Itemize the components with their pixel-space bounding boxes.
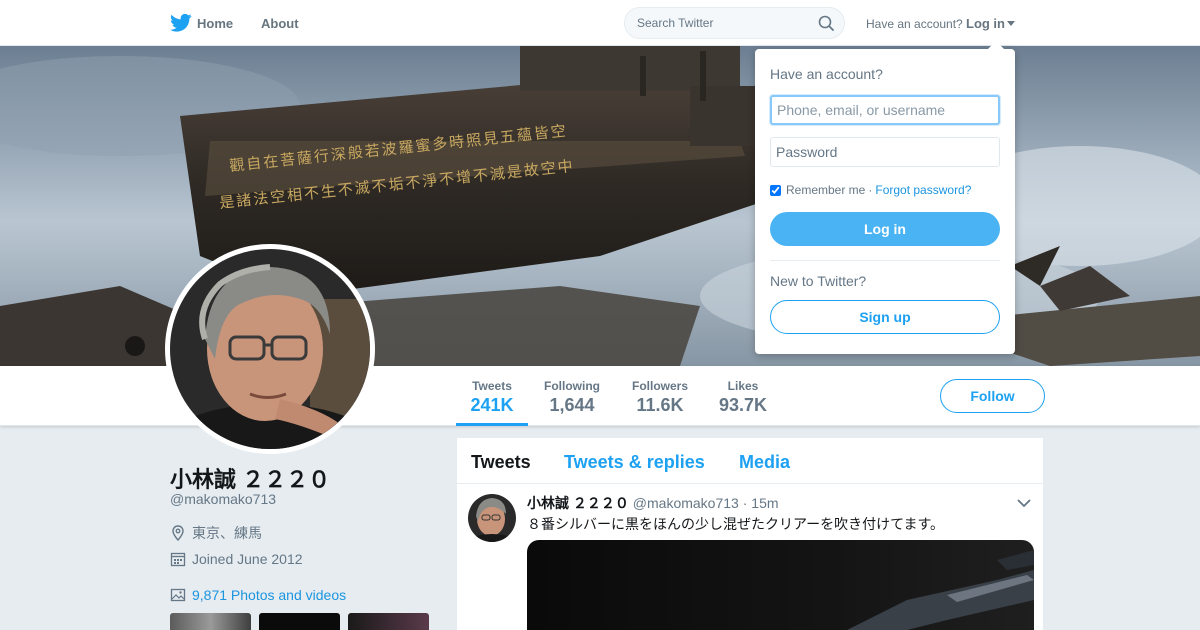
- location-text: 東京、練馬: [192, 525, 262, 541]
- tweet-separator: ·: [742, 495, 748, 511]
- login-button[interactable]: Log in: [770, 212, 1000, 246]
- calendar-icon: [170, 552, 186, 567]
- forgot-password-link[interactable]: Forgot password?: [875, 183, 971, 197]
- profile-location: 東京、練馬: [170, 523, 262, 543]
- twitter-bird-icon[interactable]: [170, 13, 192, 33]
- joined-text: Joined June 2012: [192, 551, 303, 567]
- stat-value: 11.6K: [636, 395, 684, 415]
- have-account-text: Have an account?: [866, 17, 963, 31]
- tab-tweets[interactable]: Tweets: [471, 452, 531, 473]
- stat-label: Likes: [727, 379, 759, 393]
- username-field[interactable]: [770, 95, 1000, 125]
- password-field[interactable]: [770, 137, 1000, 167]
- stat-value: 93.7K: [718, 395, 768, 415]
- dropdown-caret: [988, 41, 1004, 49]
- timeline-tabs: Tweets Tweets & replies Media: [457, 438, 1043, 484]
- chevron-down-icon[interactable]: [1017, 498, 1031, 508]
- tweet-media-image: [527, 540, 1034, 630]
- profile-name: 小林誠 ２２２０: [170, 467, 331, 492]
- signup-button[interactable]: Sign up: [770, 300, 1000, 334]
- stat-value: 1,644: [549, 395, 595, 415]
- profile-handle[interactable]: @makomako713: [170, 491, 276, 507]
- follow-button[interactable]: Follow: [940, 379, 1045, 413]
- profile-joined: Joined June 2012: [170, 551, 303, 567]
- stat-followers[interactable]: Followers 11.6K: [626, 366, 694, 426]
- timeline: Tweets Tweets & replies Media 小林誠 ２２２０ @…: [456, 437, 1044, 630]
- search-box: [624, 7, 845, 39]
- tab-tweets-replies[interactable]: Tweets & replies: [564, 452, 705, 473]
- remember-me-checkbox[interactable]: [770, 184, 781, 196]
- profile-photos: 9,871 Photos and videos: [170, 587, 346, 603]
- tweet-avatar-photo: [468, 494, 516, 542]
- top-navigation-bar: Home About Have an account? Log in: [0, 0, 1200, 46]
- profile-avatar[interactable]: [165, 244, 375, 454]
- stat-label: Following: [544, 379, 600, 393]
- tweet-avatar[interactable]: [468, 494, 516, 542]
- tweet-header: 小林誠 ２２２０ @makomako713 · 15m: [527, 493, 779, 513]
- stat-label: Followers: [631, 379, 688, 393]
- location-pin-icon: [172, 525, 184, 541]
- tweet-timestamp[interactable]: 15m: [751, 495, 778, 511]
- stat-following[interactable]: Following 1,644: [538, 366, 606, 426]
- stat-label: Tweets: [472, 379, 512, 393]
- tweet-author-name[interactable]: 小林誠 ２２２０: [527, 495, 629, 511]
- media-thumbnail[interactable]: [170, 613, 251, 630]
- avatar-photo: [170, 249, 370, 449]
- tweet[interactable]: 小林誠 ２２２０ @makomako713 · 15m ８番シルバーに黒をほんの…: [457, 484, 1043, 630]
- nav-about-link[interactable]: About: [261, 16, 299, 31]
- login-dropdown-toggle[interactable]: Log in: [966, 16, 1015, 31]
- caret-down-icon[interactable]: [1007, 21, 1015, 26]
- stat-tweets[interactable]: Tweets 241K: [456, 366, 528, 426]
- search-icon[interactable]: [818, 15, 834, 31]
- media-thumbnail[interactable]: [348, 613, 429, 630]
- dropdown-title: Have an account?: [770, 66, 883, 82]
- new-to-twitter-text: New to Twitter?: [770, 273, 867, 289]
- media-thumbnail[interactable]: [259, 613, 340, 630]
- dropdown-divider: [770, 260, 1000, 261]
- tweet-media[interactable]: [527, 540, 1034, 630]
- remember-row: Remember me · Forgot password?: [770, 183, 971, 197]
- remember-me-label[interactable]: Remember me: [786, 183, 865, 197]
- tab-media[interactable]: Media: [739, 452, 790, 473]
- nav-home-link[interactable]: Home: [197, 16, 233, 31]
- photo-icon: [170, 588, 186, 602]
- stat-value: 241K: [470, 395, 514, 415]
- tweet-text: ８番シルバーに黒をほんの少し混ぜたクリアーを吹き付けてます。: [527, 516, 945, 532]
- login-toggle-label[interactable]: Log in: [966, 16, 1005, 31]
- photos-videos-link[interactable]: 9,871 Photos and videos: [192, 587, 346, 603]
- search-input[interactable]: [637, 8, 817, 38]
- login-dropdown: Have an account? Remember me · Forgot pa…: [755, 41, 1015, 354]
- stat-likes[interactable]: Likes 93.7K: [713, 366, 773, 426]
- tweet-author-handle[interactable]: @makomako713: [633, 495, 739, 511]
- remember-separator: ·: [868, 183, 873, 197]
